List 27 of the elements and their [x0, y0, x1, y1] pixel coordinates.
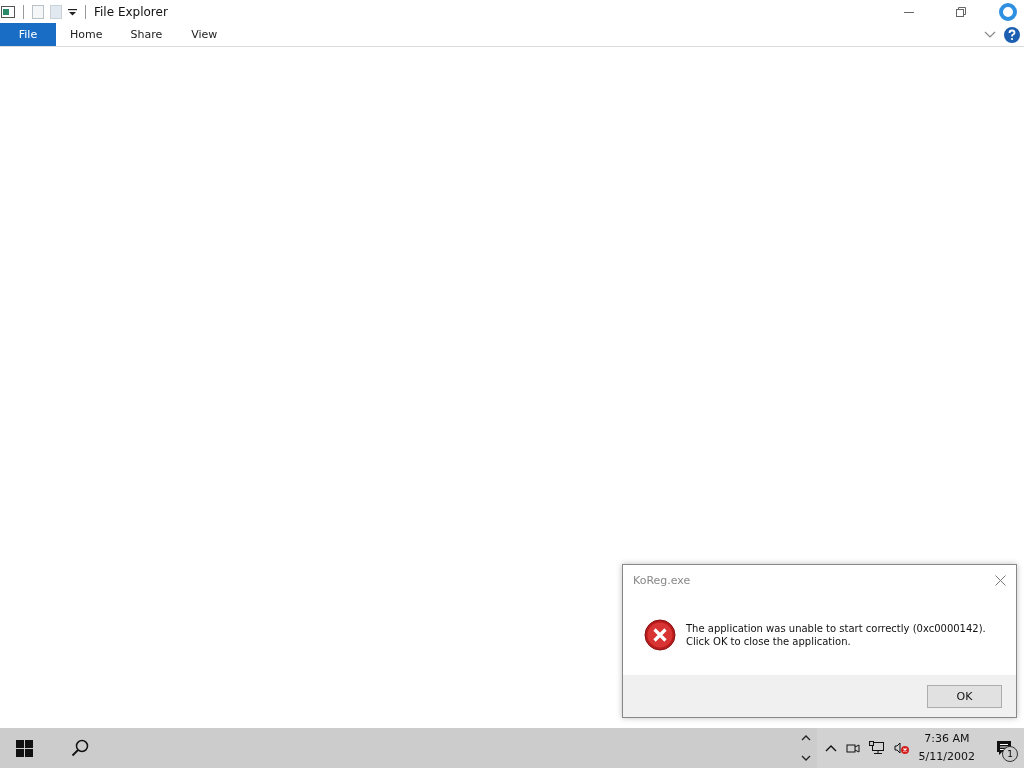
notification-badge: 1: [1002, 746, 1018, 762]
windows-start-icon[interactable]: [16, 739, 33, 757]
error-message: Click OK to close the application.: [686, 635, 852, 648]
clock-date[interactable]: 5/11/2002: [918, 748, 975, 766]
ribbon-tab[interactable]: Share: [116, 23, 177, 46]
folder-window-icon[interactable]: [1, 5, 15, 18]
chevron-up-icon[interactable]: [824, 744, 837, 752]
ribbon-tab[interactable]: File: [0, 23, 56, 46]
ribbon-tab[interactable]: View: [176, 23, 233, 46]
dialog-title: KoReg.exe: [633, 573, 691, 587]
speaker-muted-icon[interactable]: [893, 741, 910, 755]
scroll-arrows-icon[interactable]: [800, 733, 811, 763]
close-icon[interactable]: [995, 574, 1006, 586]
help-icon[interactable]: [1004, 26, 1020, 43]
dropdown-caret-icon[interactable]: [68, 7, 77, 16]
clock-time[interactable]: 7:36 AM: [924, 730, 970, 748]
network-monitor-icon[interactable]: [868, 741, 885, 755]
window-title: File Explorer: [94, 4, 168, 19]
search-icon[interactable]: [71, 739, 89, 757]
restore-icon[interactable]: [955, 5, 967, 18]
camera-icon[interactable]: [845, 741, 860, 755]
ribbon-tab[interactable]: Home: [56, 23, 117, 46]
error-icon: [644, 619, 676, 651]
ok-button[interactable]: OK: [927, 684, 1002, 708]
chevron-down-icon[interactable]: [984, 30, 996, 39]
error-message: The application was unable to start correctly (0xc0000142).: [686, 622, 986, 635]
ring-icon[interactable]: [998, 1, 1018, 22]
